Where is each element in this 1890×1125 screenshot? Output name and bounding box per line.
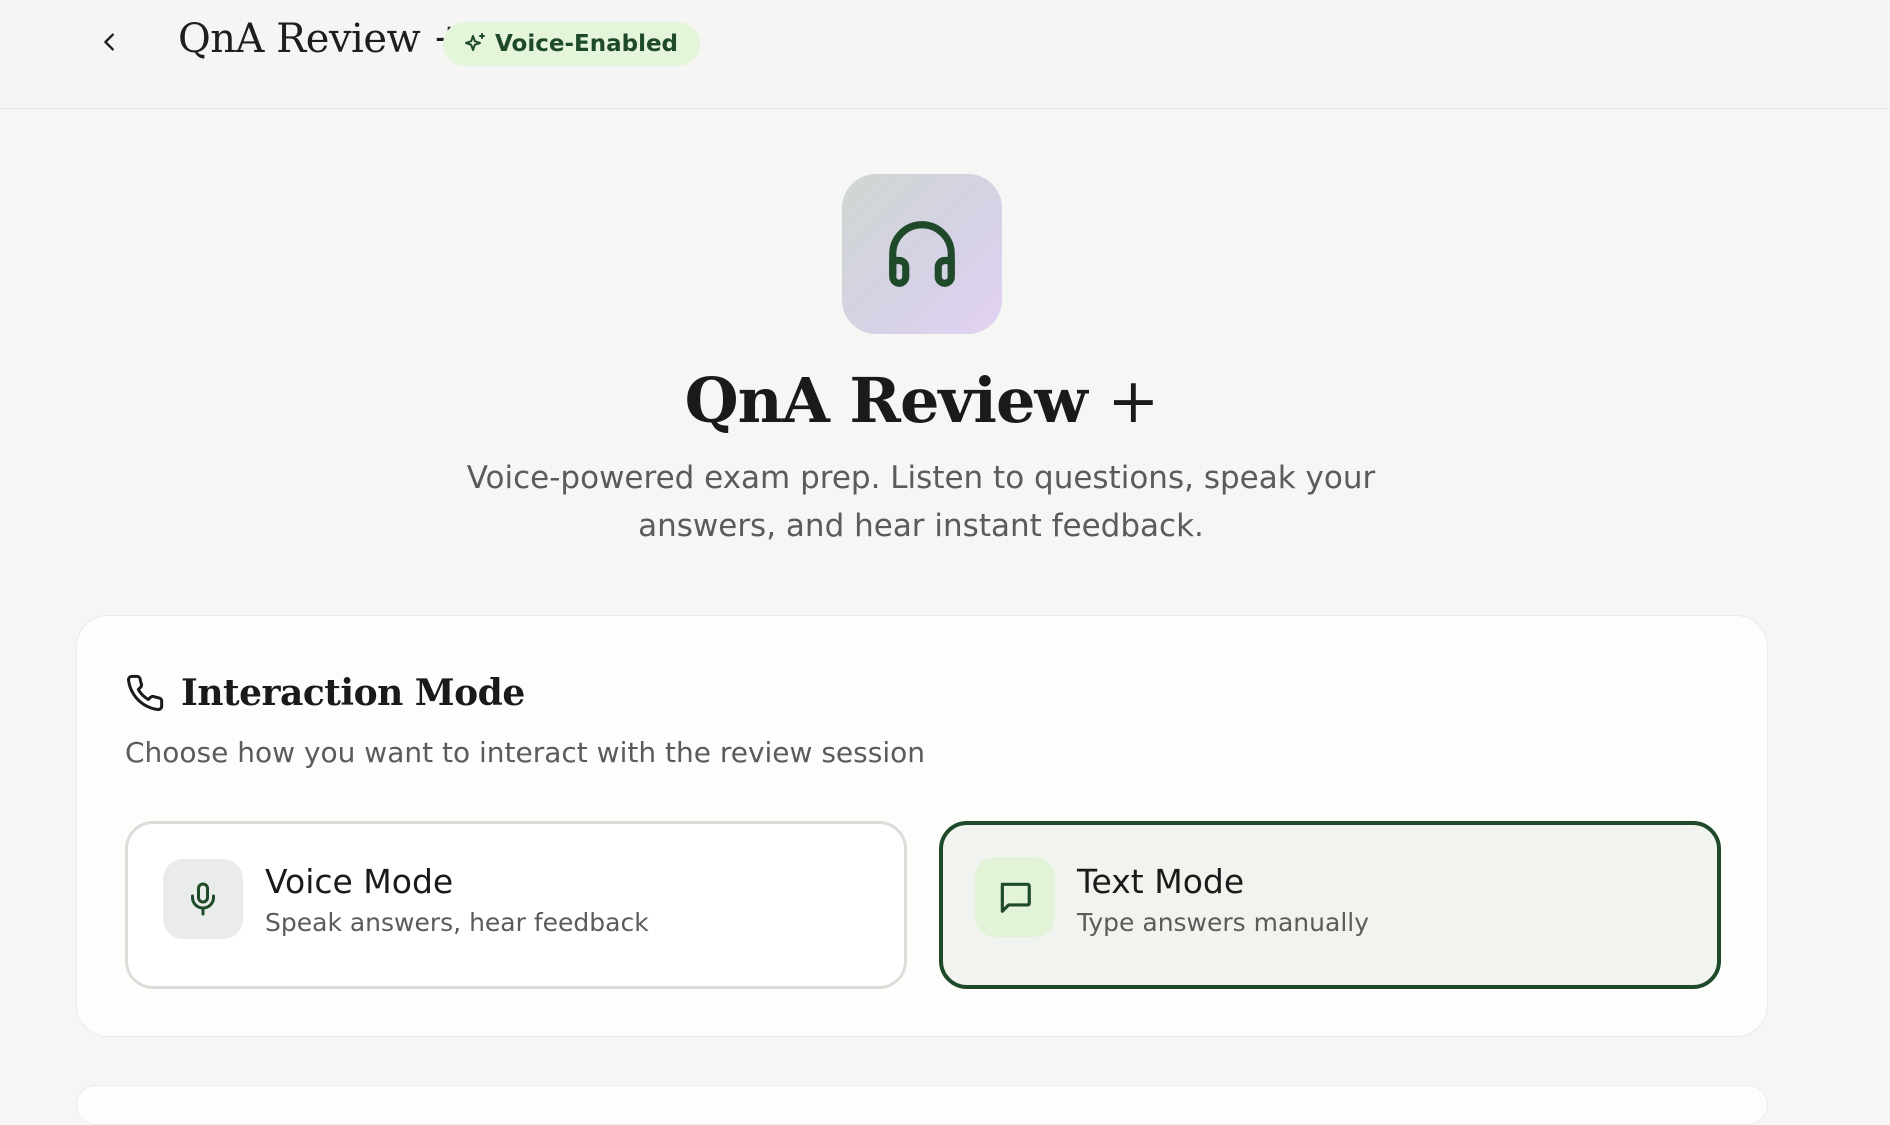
sparkle-icon — [465, 33, 485, 51]
voice-mode-icon-tile — [163, 859, 243, 939]
interaction-mode-card: Interaction Mode Choose how you want to … — [76, 615, 1768, 1037]
page-title-plus: + — [1107, 364, 1159, 437]
microphone-icon — [191, 882, 215, 916]
text-mode-description: Type answers manually — [1077, 908, 1370, 937]
card-title: Interaction Mode — [181, 672, 525, 714]
voice-mode-name: Voice Mode — [265, 862, 454, 901]
voice-enabled-badge: Voice-Enabled — [443, 22, 701, 66]
phone-icon — [127, 674, 164, 711]
text-mode-name: Text Mode — [1077, 862, 1245, 901]
hero-icon-tile — [842, 174, 1002, 334]
text-mode-icon-tile — [975, 857, 1055, 937]
headphones-icon — [889, 221, 955, 287]
page-title-main: QnA Review — [684, 364, 1088, 437]
card-subtitle: Choose how you want to interact with the… — [125, 736, 925, 769]
back-button[interactable] — [90, 22, 130, 62]
next-card — [76, 1085, 1768, 1125]
voice-mode-description: Speak answers, hear feedback — [265, 908, 649, 937]
badge-label: Voice-Enabled — [495, 31, 679, 57]
text-mode-option[interactable]: Text Mode Type answers manually — [939, 821, 1721, 989]
chat-bubble-icon — [1000, 882, 1031, 913]
voice-mode-option[interactable]: Voice Mode Speak answers, hear feedback — [125, 821, 907, 989]
top-header: QnA Review + Voice-Enabled — [0, 0, 1890, 109]
page-description: Voice-powered exam prep. Listen to quest… — [466, 460, 1376, 544]
header-title: QnA Review + — [178, 16, 466, 62]
page-title: QnA Review + — [0, 364, 1843, 437]
chevron-left-icon — [104, 33, 114, 51]
card-header: Interaction Mode — [125, 672, 525, 714]
